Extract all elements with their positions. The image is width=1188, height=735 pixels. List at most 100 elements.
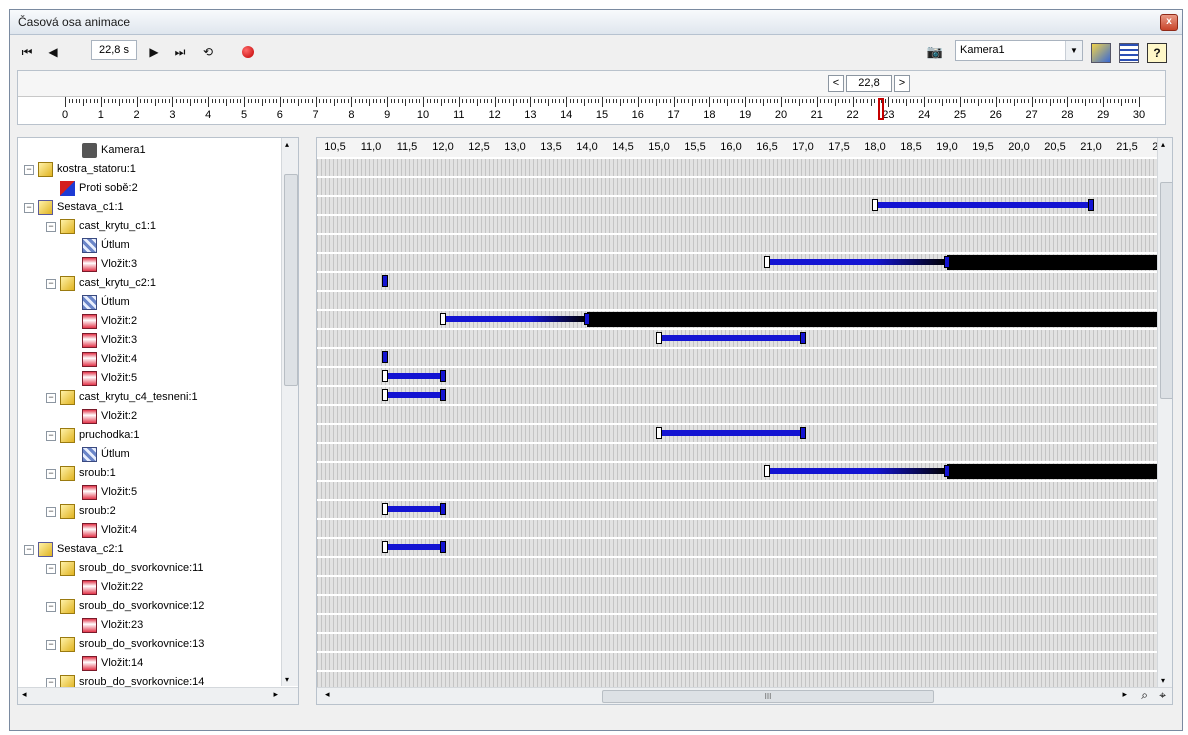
tree-horizontal-scrollbar[interactable]: ◂ ▸ — [18, 687, 298, 704]
tree-item[interactable]: − Sestava_c2:1 — [18, 540, 280, 559]
tree-item[interactable]: Vložit:4 — [18, 521, 280, 540]
collapse-toggle[interactable]: − — [46, 640, 56, 650]
collapse-toggle[interactable]: − — [24, 203, 34, 213]
collapse-toggle[interactable]: − — [46, 507, 56, 517]
action-bar[interactable] — [443, 316, 587, 322]
camera-select[interactable]: Kamera1 ▼ — [955, 40, 1083, 61]
tree-item[interactable]: − sroub_do_svorkovnice:12 — [18, 597, 280, 616]
keyframe-start[interactable] — [656, 427, 662, 439]
collapse-toggle[interactable]: − — [46, 279, 56, 289]
action-bar[interactable] — [385, 392, 443, 398]
tree-item[interactable]: − cast_krytu_c1:1 — [18, 217, 280, 236]
scroll-right-arrow[interactable]: ▸ — [273, 689, 278, 700]
chevron-down-icon[interactable]: ▼ — [1065, 41, 1082, 60]
keyframe-end[interactable] — [440, 370, 446, 382]
timeline-h-scroll-thumb[interactable]: III — [602, 690, 934, 703]
tree-item[interactable]: Útlum — [18, 445, 280, 464]
keyframe-end[interactable] — [1088, 199, 1094, 211]
collapse-toggle[interactable]: − — [46, 469, 56, 479]
timeline-horizontal-scrollbar[interactable]: ◂ III ▸ ⌕ ⌖ — [317, 687, 1172, 704]
tree-scroll-thumb[interactable] — [284, 174, 298, 386]
play-icon[interactable]: ▶ — [145, 43, 163, 61]
close-button[interactable]: x — [1160, 14, 1178, 31]
tree-item[interactable]: − pruchodka:1 — [18, 426, 280, 445]
keyframe[interactable] — [382, 275, 389, 287]
keyframe-end[interactable] — [584, 313, 590, 325]
keyframe-start[interactable] — [382, 503, 389, 515]
ruler-prev-button[interactable]: < — [828, 75, 844, 92]
collapse-toggle[interactable]: − — [46, 564, 56, 574]
collapse-toggle[interactable]: − — [46, 431, 56, 441]
timeline-scroll-down-arrow[interactable]: ▾ — [1161, 676, 1165, 685]
tree-item[interactable]: − Sestava_c1:1 — [18, 198, 280, 217]
tree-item[interactable]: Vložit:2 — [18, 407, 280, 426]
keyframe[interactable] — [382, 351, 389, 363]
collapse-toggle[interactable]: − — [24, 545, 34, 555]
zoom-icon[interactable]: ⌕ — [1141, 688, 1148, 703]
action-bar[interactable] — [875, 202, 1091, 208]
time-ruler[interactable]: < 22,8 > 0 1 2 3 4 5 6 7 8 9 10 11 12 13 14 15 16 17 18 19 2… — [17, 70, 1166, 125]
tree-item[interactable]: − sroub_do_svorkovnice:11 — [18, 559, 280, 578]
keyframe-start[interactable] — [872, 199, 878, 211]
action-bar[interactable] — [385, 373, 443, 379]
collapse-toggle[interactable]: − — [46, 222, 56, 232]
timeline-panel[interactable]: 10,5 11,0 11,5 12,0 12,5 13,0 13,5 14,0 14,5 15,0… — [316, 137, 1173, 705]
tree-item[interactable]: Vložit:4 — [18, 350, 280, 369]
tree-item[interactable]: − sroub:2 — [18, 502, 280, 521]
timeline-scroll-right-arrow[interactable]: ▸ — [1122, 689, 1127, 700]
timeline-scroll-up-arrow[interactable]: ▴ — [1161, 140, 1165, 149]
ruler-next-button[interactable]: > — [894, 75, 910, 92]
tree-item[interactable]: − sroub_do_svorkovnice:13 — [18, 635, 280, 654]
scroll-up-arrow[interactable]: ▴ — [285, 140, 289, 149]
keyframe-end[interactable] — [800, 427, 806, 439]
time-input[interactable]: 22,8 s — [91, 40, 137, 60]
keyframe-start[interactable] — [440, 313, 446, 325]
action-bar[interactable] — [767, 259, 947, 265]
playhead-marker[interactable] — [878, 98, 885, 120]
tree-item[interactable]: − kostra_statoru:1 — [18, 160, 280, 179]
keyframe-end[interactable] — [440, 503, 446, 515]
action-bar[interactable] — [385, 544, 443, 550]
tree-item[interactable]: Vložit:3 — [18, 255, 280, 274]
step-back-icon[interactable]: ◀ — [44, 43, 62, 61]
keyframe-end[interactable] — [944, 465, 950, 477]
scroll-left-arrow[interactable]: ◂ — [22, 689, 27, 700]
tree-item[interactable]: Vložit:5 — [18, 483, 280, 502]
tree-item[interactable]: Kamera1 — [18, 141, 280, 160]
go-to-start-icon[interactable]: ⏮ — [18, 43, 36, 61]
tree-item[interactable]: Vložit:2 — [18, 312, 280, 331]
zoom-fit-icon[interactable]: ⌖ — [1159, 688, 1166, 703]
keyframe-start[interactable] — [382, 389, 389, 401]
record-icon[interactable] — [242, 46, 254, 58]
ruler-time-field[interactable]: 22,8 — [846, 75, 892, 92]
keyframe-start[interactable] — [382, 541, 389, 553]
keyframe-end[interactable] — [944, 256, 950, 268]
keyframe-end[interactable] — [440, 541, 446, 553]
tree-item[interactable]: Vložit:14 — [18, 654, 280, 673]
keyframe-start[interactable] — [382, 370, 389, 382]
repeat-icon[interactable]: ⟲ — [199, 43, 217, 61]
keyframe-start[interactable] — [764, 465, 770, 477]
tree-item[interactable]: − cast_krytu_c2:1 — [18, 274, 280, 293]
tree-item[interactable]: Vložit:3 — [18, 331, 280, 350]
tree-item[interactable]: Vložit:23 — [18, 616, 280, 635]
collapse-toggle[interactable]: − — [46, 393, 56, 403]
action-bar[interactable] — [659, 335, 803, 341]
action-bar[interactable] — [767, 468, 947, 474]
keyframe-end[interactable] — [800, 332, 806, 344]
collapse-toggle[interactable]: − — [46, 602, 56, 612]
collapse-toggle[interactable]: − — [24, 165, 34, 175]
tree-item[interactable]: Útlum — [18, 236, 280, 255]
help-icon[interactable]: ? — [1147, 43, 1167, 63]
keyframe-end[interactable] — [440, 389, 446, 401]
tree-item[interactable]: − sroub:1 — [18, 464, 280, 483]
tree-item[interactable]: Útlum — [18, 293, 280, 312]
tree-vertical-scrollbar[interactable]: ▴ ▾ — [281, 138, 298, 686]
tree-item[interactable]: Vložit:22 — [18, 578, 280, 597]
animate-camera-icon[interactable] — [1091, 43, 1111, 63]
action-bar[interactable] — [659, 430, 803, 436]
tree-item[interactable]: Vložit:5 — [18, 369, 280, 388]
go-to-end-icon[interactable]: ⏭ — [171, 43, 189, 61]
timeline-tracks[interactable] — [317, 157, 1172, 687]
tree-item[interactable]: Proti sobě:2 — [18, 179, 280, 198]
